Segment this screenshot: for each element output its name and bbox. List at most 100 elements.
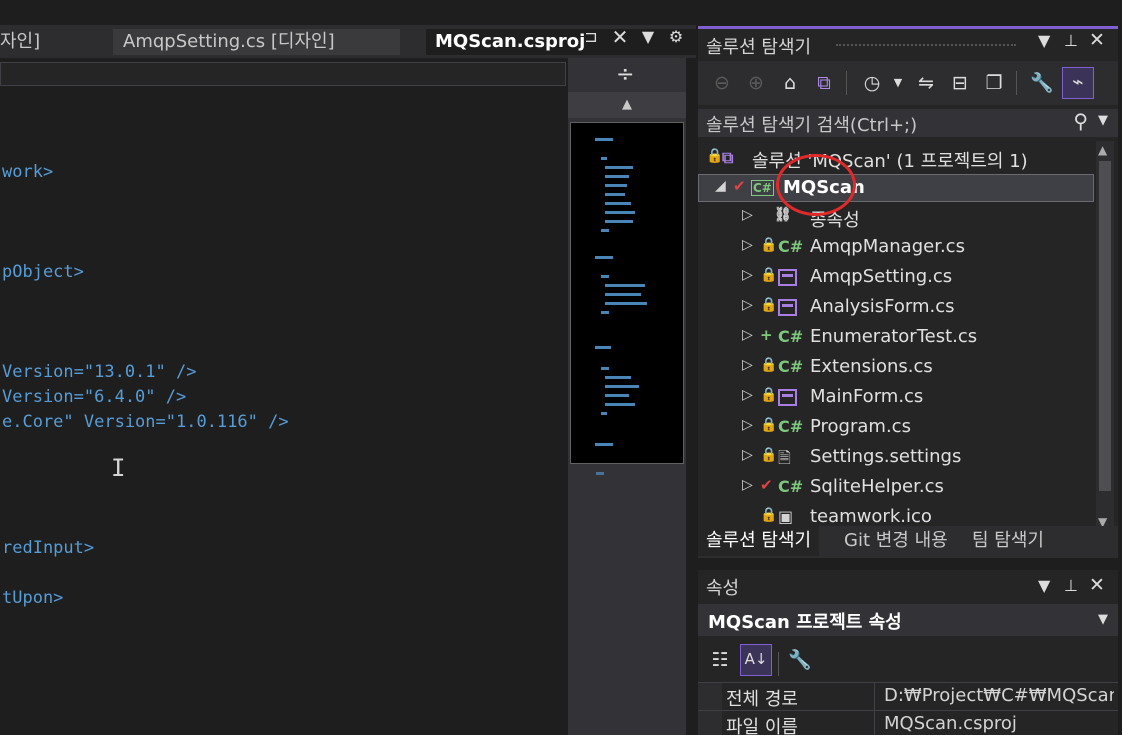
tree-item[interactable]: ▷ 🔒 C# Extensions.cs xyxy=(698,354,1094,382)
tab-amqpsetting-designer[interactable]: AmqpSetting.cs [디자인] xyxy=(113,29,400,55)
back-icon[interactable]: ⊖ xyxy=(708,69,736,97)
categorized-icon[interactable]: ☷ xyxy=(706,646,734,674)
tree-item[interactable]: ▷ ✔ C# SqliteHelper.cs xyxy=(698,474,1094,502)
collapsed-arrow-icon[interactable]: ▷ xyxy=(742,387,753,403)
text-cursor-icon: I xyxy=(111,454,126,482)
solution-node[interactable]: 🔒 ⧉ 솔루션 'MQScan' (1 프로젝트의 1) xyxy=(698,145,1094,173)
gear-icon[interactable]: ⚙ xyxy=(665,27,687,51)
collapsed-arrow-icon[interactable]: ▷ xyxy=(742,477,753,493)
navigation-dropdown[interactable] xyxy=(0,62,566,86)
tree-item-label: EnumeratorTest.cs xyxy=(810,326,978,347)
collapsed-arrow-icon[interactable]: ▷ xyxy=(742,297,753,313)
check-icon: ✔ xyxy=(760,476,773,494)
solution-tree-scrollbar[interactable]: ▲ ▼ xyxy=(1096,141,1114,533)
tree-item[interactable]: ▷ 🔒 MainForm.cs xyxy=(698,384,1094,412)
dropdown-icon[interactable]: ▼ xyxy=(1038,31,1050,50)
property-name: 전체 경로 xyxy=(726,689,798,710)
property-row[interactable]: 파일 이름 MQScan.csproj xyxy=(698,710,1118,735)
solution-explorer-search[interactable]: 솔루션 탐색기 검색(Ctrl+;) ⚲ ▼ xyxy=(698,109,1118,137)
minimap-scrollbar[interactable]: ÷ ▲ xyxy=(568,58,686,735)
minimap-code-line xyxy=(605,394,629,397)
tree-item[interactable]: ▷ ⛓ 종속성 xyxy=(698,204,1094,232)
minimap-code-line xyxy=(601,229,609,232)
minimap-code-line xyxy=(605,220,633,223)
chevron-down-icon[interactable]: ▼ xyxy=(1098,612,1108,627)
search-icon[interactable]: ⚲ xyxy=(1073,109,1088,133)
chevron-down-icon[interactable]: ▼ xyxy=(884,69,912,97)
properties-wrench-icon[interactable]: 🔧 xyxy=(1028,69,1056,97)
tree-item[interactable]: ▷ 🔒 C# Program.cs xyxy=(698,414,1094,442)
lock-icon: 🔒 xyxy=(760,237,778,253)
sync-icon[interactable]: ⇋ xyxy=(912,69,940,97)
collapsed-arrow-icon[interactable]: ▷ xyxy=(742,207,753,223)
tab-team-explorer[interactable]: 팀 탐색기 xyxy=(964,526,1052,558)
collapsed-arrow-icon[interactable]: ▷ xyxy=(742,267,753,283)
tree-item[interactable]: ▷ + C# EnumeratorTest.cs xyxy=(698,324,1094,352)
home-icon[interactable]: ⌂ xyxy=(776,69,804,97)
scroll-up-button[interactable]: ▲ xyxy=(568,92,686,118)
dropdown-icon[interactable]: ▼ xyxy=(1038,576,1050,595)
csharp-file-icon: C# xyxy=(778,237,804,256)
close-icon[interactable]: ✕ xyxy=(1089,29,1105,51)
collapse-all-icon[interactable]: ⊟ xyxy=(946,69,974,97)
minimap-code-line xyxy=(605,385,639,388)
code-text: e.Core" Version="1.0.116" /> xyxy=(2,412,289,432)
collapsed-arrow-icon[interactable]: ▷ xyxy=(742,327,753,343)
scrollbar-thumb[interactable] xyxy=(1099,161,1111,491)
pin-icon[interactable]: ⊥ xyxy=(1064,31,1078,50)
property-row[interactable]: 전체 경로 D:₩Project₩C#₩MQScan₩ xyxy=(698,682,1118,711)
property-object-selector[interactable]: MQScan 프로젝트 속성 ▼ xyxy=(698,604,1118,636)
code-editor[interactable]: work> pObject> Version="13.0.1" /> Versi… xyxy=(0,92,568,735)
code-line: e.Core" Version="1.0.116" /> xyxy=(2,412,289,432)
minimap-code-line xyxy=(595,256,613,259)
column-divider[interactable] xyxy=(874,683,875,711)
dropdown-icon[interactable]: ▼ xyxy=(637,27,659,51)
forward-icon[interactable]: ⊕ xyxy=(742,69,770,97)
drag-handle[interactable] xyxy=(836,44,1016,47)
code-line: tUpon> xyxy=(2,588,63,608)
property-pages-wrench-icon[interactable]: 🔧 xyxy=(786,646,814,674)
tab-git-changes[interactable]: Git 변경 내용 xyxy=(836,526,956,558)
close-icon[interactable]: ✕ xyxy=(609,25,631,49)
editor-tab-strip: 자인] AmqpSetting.cs [디자인] MQScan.csproj ⊐… xyxy=(0,25,696,58)
solution-tree: 🔒 ⧉ 솔루션 'MQScan' (1 프로젝트의 1) ◢ ✔ C# MQSc… xyxy=(698,141,1094,531)
close-icon[interactable]: ✕ xyxy=(1089,574,1105,596)
preview-selected-items-icon[interactable]: ⌁ xyxy=(1062,67,1094,99)
pin-icon[interactable]: ⊥ xyxy=(1064,576,1078,595)
settings-file-icon: 🗎 xyxy=(778,448,791,467)
tree-item[interactable]: ▷ 🔒 AnalysisForm.cs xyxy=(698,294,1094,322)
tree-item[interactable]: ▷ 🔒 C# AmqpManager.cs xyxy=(698,234,1094,262)
minimap-code-line xyxy=(601,367,609,370)
pin-icon[interactable]: ⊐ xyxy=(580,27,602,51)
project-node[interactable]: ◢ ✔ C# MQScan xyxy=(698,174,1094,202)
tree-item[interactable]: ▷ 🔒 AmqpSetting.cs xyxy=(698,264,1094,292)
code-line: work> xyxy=(2,162,53,182)
property-value[interactable]: MQScan.csproj xyxy=(884,713,1114,734)
property-value[interactable]: D:₩Project₩C#₩MQScan₩ xyxy=(884,685,1114,706)
chevron-down-icon[interactable]: ▼ xyxy=(1098,113,1108,128)
collapsed-arrow-icon[interactable]: ▷ xyxy=(742,447,753,463)
alphabetical-sort-icon[interactable]: A↓ xyxy=(740,644,772,676)
collapsed-arrow-icon[interactable]: ▷ xyxy=(742,357,753,373)
tab-solution-explorer[interactable]: 솔루션 탐색기 xyxy=(698,526,820,558)
collapsed-arrow-icon[interactable]: ▷ xyxy=(742,417,753,433)
expanded-arrow-icon[interactable]: ◢ xyxy=(715,178,726,194)
switch-views-icon[interactable]: ⧉ xyxy=(810,69,838,97)
ico-file-icon: ▣ xyxy=(778,507,794,526)
code-text: Version="13.0.1" /> xyxy=(2,362,197,382)
tree-item-label: AnalysisForm.cs xyxy=(810,296,955,317)
tree-item-label: Extensions.cs xyxy=(810,356,933,377)
toolbar-separator xyxy=(846,71,847,95)
pending-changes-filter-icon[interactable]: ◷ xyxy=(858,69,886,97)
tree-item[interactable]: ▷ 🔒 🗎 Settings.settings xyxy=(698,444,1094,472)
lock-icon: 🔒 xyxy=(760,297,778,313)
search-placeholder: 솔루션 탐색기 검색(Ctrl+;) xyxy=(706,115,918,136)
show-all-files-icon[interactable]: ❐ xyxy=(980,69,1008,97)
tab-designer-partial[interactable]: 자인] xyxy=(0,29,110,55)
scroll-up-icon[interactable]: ▲ xyxy=(1098,143,1107,157)
row-gutter xyxy=(698,711,722,735)
column-divider[interactable] xyxy=(874,711,875,735)
minimap-viewport[interactable] xyxy=(570,122,684,464)
collapsed-arrow-icon[interactable]: ▷ xyxy=(742,237,753,253)
split-editor-icon[interactable]: ÷ xyxy=(616,62,634,87)
